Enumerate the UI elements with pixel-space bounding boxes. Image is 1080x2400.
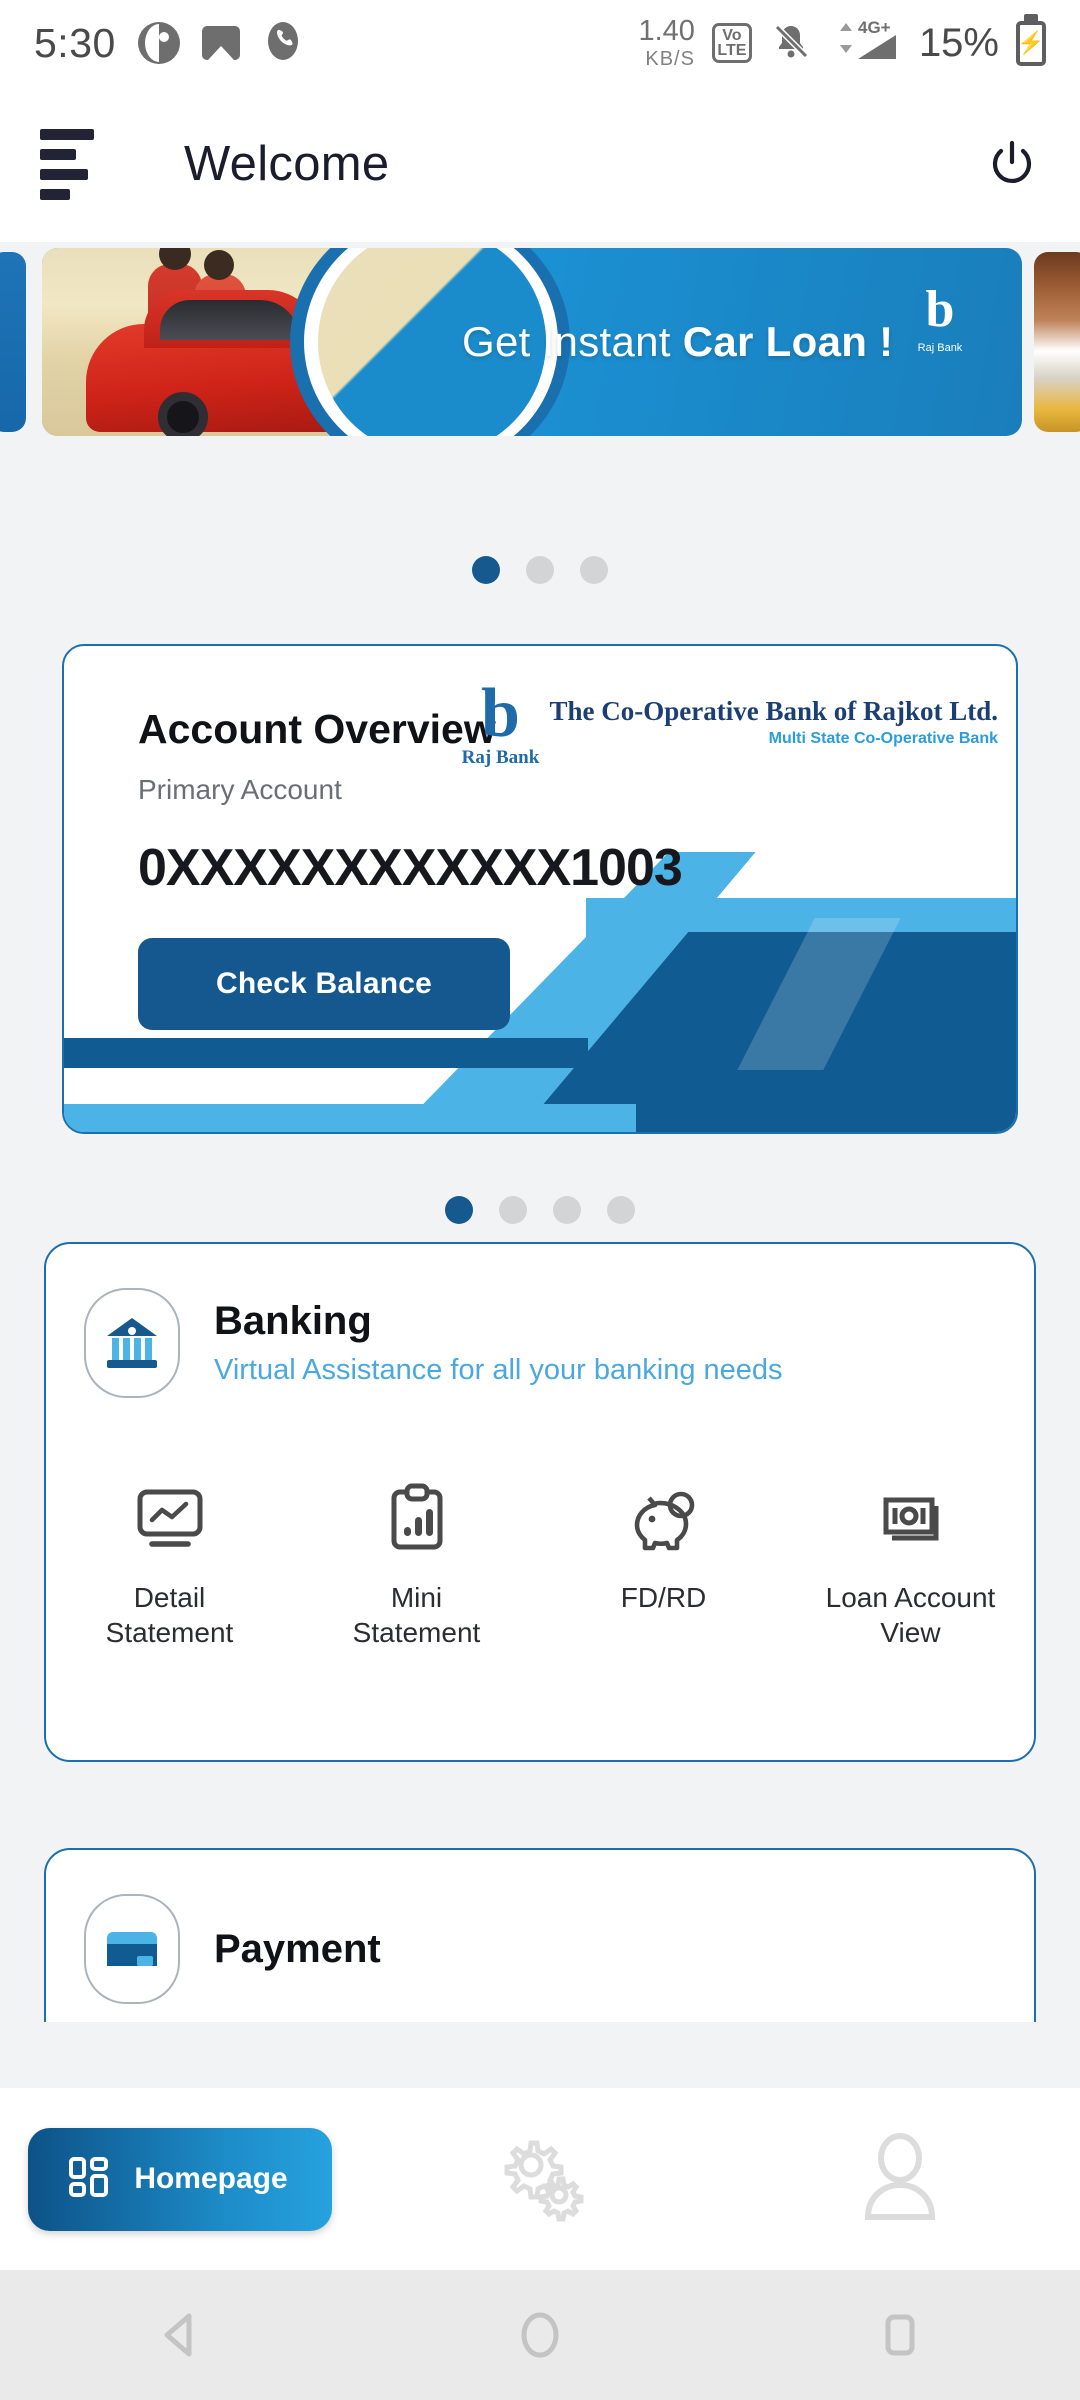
banking-section-title: Banking	[214, 1299, 372, 1343]
payment-section-text: Payment	[214, 1927, 381, 1972]
carousel-dot[interactable]	[526, 556, 554, 584]
app-circle-icon	[137, 22, 180, 64]
status-bar: 5:30 1.40 KB/S Vo LTE 4G+ 15% ⚡	[0, 0, 1080, 86]
nav-item-homepage[interactable]: Homepage	[0, 2127, 360, 2231]
bank-logo-mark-label: Raj Bank	[461, 747, 540, 768]
tile-label-line1: Loan Account	[825, 1582, 996, 1613]
app-bar: Welcome	[0, 86, 1080, 242]
nav-item-settings[interactable]	[360, 2129, 720, 2230]
gallery-icon	[201, 26, 240, 60]
status-bar-right: 1.40 KB/S Vo LTE 4G+ 15% ⚡	[638, 17, 1046, 70]
content-fade-scrim	[0, 2022, 1080, 2088]
page-title: Welcome	[184, 137, 390, 191]
tile-label: FD/RD	[621, 1580, 707, 1615]
bank-name-secondary: Multi State Co-Operative Bank	[768, 730, 998, 747]
app-screen: 5:30 1.40 KB/S Vo LTE 4G+ 15% ⚡ Welcome …	[0, 0, 1080, 2400]
account-dot[interactable]	[607, 1196, 635, 1224]
nav-item-profile[interactable]	[720, 2131, 1080, 2228]
tile-label-line2: Statement	[105, 1617, 234, 1648]
bank-building-icon	[84, 1288, 180, 1398]
volte-top-label: Vo	[722, 26, 742, 44]
status-bar-left: 5:30	[34, 20, 304, 67]
volte-icon: Vo LTE	[711, 23, 752, 63]
payment-card-icon	[84, 1894, 180, 2004]
tile-fd-rd[interactable]: FD/RD	[540, 1480, 787, 1650]
carousel-page-indicator[interactable]	[0, 556, 1080, 584]
banking-tiles: Detail Statement Mini Statement FD/RD Lo…	[46, 1480, 1034, 1650]
carousel-dot[interactable]	[472, 556, 500, 584]
home-circle-icon[interactable]	[495, 2290, 585, 2380]
nav-pill-active[interactable]: Homepage	[28, 2127, 332, 2231]
banking-section-subtitle: Virtual Assistance for all your banking …	[214, 1354, 783, 1386]
banner-headline-plain: Get Instant	[462, 318, 671, 365]
banking-section-card[interactable]: Banking Virtual Assistance for all your …	[44, 1242, 1036, 1762]
account-dot[interactable]	[553, 1196, 581, 1224]
android-system-nav	[0, 2270, 1080, 2400]
banking-section-header: Banking Virtual Assistance for all your …	[84, 1288, 783, 1398]
tile-label-line1: FD/RD	[620, 1582, 707, 1613]
banking-section-text: Banking Virtual Assistance for all your …	[214, 1299, 783, 1387]
battery-charging-icon: ⚡	[1016, 20, 1046, 66]
network-speed-value: 1.40	[638, 15, 695, 47]
nav-label-homepage: Homepage	[134, 2162, 288, 2195]
banner-headline-bold: Car Loan !	[682, 318, 894, 365]
bank-name-group: The Co-Operative Bank of Rajkot Ltd. Mul…	[549, 696, 998, 748]
car-wheel	[158, 392, 208, 436]
tile-label: Mini Statement	[353, 1580, 481, 1650]
account-card-subtitle: Primary Account	[138, 774, 342, 805]
grid-dashboard-icon	[66, 2154, 112, 2205]
user-profile-icon	[858, 2131, 942, 2228]
tile-detail-statement[interactable]: Detail Statement	[46, 1480, 293, 1650]
account-number: 0XXXXXXXXXXXX1003	[138, 839, 683, 897]
signal-4g-icon: 4G+	[830, 17, 902, 70]
tile-label-line2: Statement	[352, 1617, 481, 1648]
settings-gears-icon	[492, 2129, 588, 2230]
back-triangle-icon[interactable]	[135, 2290, 225, 2380]
tile-label-line1: Detail	[133, 1582, 206, 1613]
account-dot[interactable]	[499, 1196, 527, 1224]
bank-name-primary: The Co-Operative Bank of Rajkot Ltd.	[549, 696, 998, 726]
tile-label: Loan Account View	[826, 1580, 996, 1650]
promo-carousel[interactable]: Get Instant Car Loan ! b Raj Bank	[0, 242, 1080, 470]
payment-section-header: Payment	[84, 1894, 381, 2004]
payment-section-title: Payment	[214, 1926, 381, 1971]
carousel-slide-prev[interactable]	[0, 252, 26, 432]
carousel-slide-active[interactable]: Get Instant Car Loan ! b Raj Bank	[42, 248, 1022, 436]
bank-logo-mark: b	[925, 281, 955, 338]
tile-loan-account-view[interactable]: Loan Account View	[787, 1480, 1034, 1650]
bell-muted-icon	[769, 19, 813, 68]
power-icon[interactable]	[984, 136, 1040, 192]
tile-mini-statement[interactable]: Mini Statement	[293, 1480, 540, 1650]
banner-headline: Get Instant Car Loan !	[462, 248, 893, 436]
bottom-navigation: Homepage	[0, 2088, 1080, 2270]
bank-logo-glyph: b	[481, 675, 520, 752]
account-overview-card[interactable]: Account Overview Primary Account 0XXXXXX…	[62, 644, 1018, 1134]
carousel-dot[interactable]	[580, 556, 608, 584]
banner-bank-logo: b Raj Bank	[906, 281, 974, 355]
account-card-page-indicator[interactable]	[0, 1196, 1080, 1224]
banknotes-icon	[872, 1480, 950, 1558]
piggy-bank-icon	[625, 1480, 703, 1558]
phone-icon	[262, 20, 304, 67]
bank-logo-mark-group: b Raj Bank	[459, 675, 541, 769]
account-dot[interactable]	[445, 1196, 473, 1224]
monitor-chart-icon	[134, 1480, 206, 1558]
volte-bottom-label: LTE	[717, 42, 747, 59]
tile-label-line2: View	[880, 1617, 941, 1648]
hamburger-menu-icon[interactable]	[40, 128, 94, 200]
tile-label-line1: Mini	[390, 1582, 443, 1613]
tile-label: Detail Statement	[106, 1580, 234, 1650]
check-balance-button[interactable]: Check Balance	[138, 938, 510, 1030]
network-speed-unit: KB/S	[645, 48, 695, 70]
carousel-slide-next[interactable]	[1034, 252, 1080, 432]
status-time: 5:30	[34, 19, 116, 66]
network-speed: 1.40 KB/S	[638, 15, 695, 70]
clipboard-bars-icon	[386, 1480, 448, 1558]
bank-logo: b Raj Bank The Co-Operative Bank of Rajk…	[459, 675, 998, 769]
account-card-title: Account Overview	[138, 706, 496, 752]
recents-square-icon[interactable]	[855, 2290, 945, 2380]
battery-percent: 15%	[918, 20, 999, 65]
bank-logo-sublabel: Raj Bank	[917, 342, 963, 354]
svg-text:4G+: 4G+	[858, 18, 891, 37]
